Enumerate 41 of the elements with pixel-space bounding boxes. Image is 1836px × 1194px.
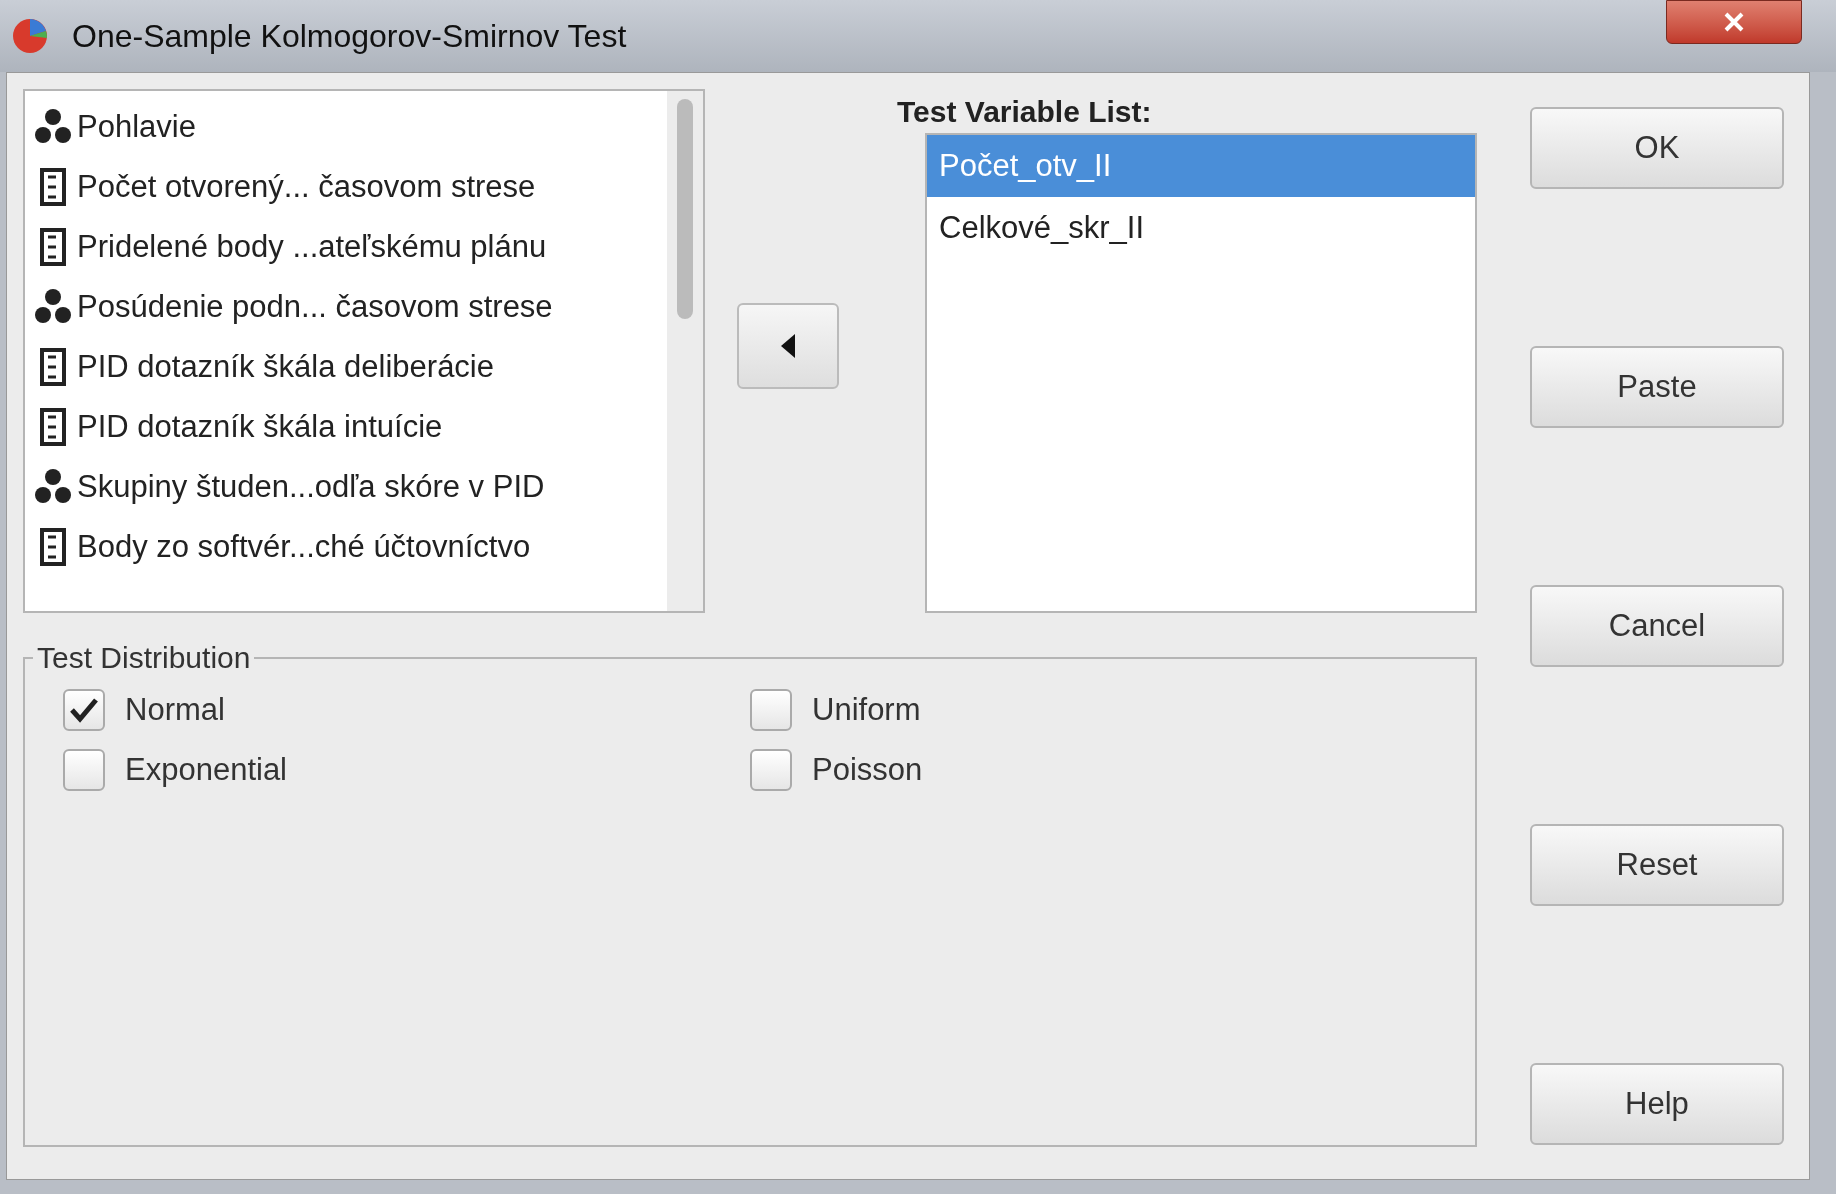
checkbox[interactable] xyxy=(63,689,105,731)
variable-list-item[interactable]: Skupiny študen...odľa skóre v PID xyxy=(33,457,667,517)
variable-list-item[interactable]: Posúdenie podn... časovom strese xyxy=(33,277,667,337)
scale-variable-icon xyxy=(39,527,67,567)
window-title: One-Sample Kolmogorov-Smirnov Test xyxy=(72,17,627,56)
variable-list-item[interactable]: Pohlavie xyxy=(33,97,667,157)
scale-variable-icon xyxy=(39,407,67,447)
scrollbar-thumb[interactable] xyxy=(677,99,693,319)
checkbox-label: Exponential xyxy=(125,750,287,789)
checkbox-label: Normal xyxy=(125,690,225,729)
variable-list-item[interactable]: PID dotazník škála intuície xyxy=(33,397,667,457)
test-variable-list-label: Test Variable List: xyxy=(897,94,1153,130)
variable-list-item[interactable]: Body zo softvér...ché účtovníctvo xyxy=(33,517,667,577)
distribution-checkbox[interactable]: Uniform xyxy=(750,680,1437,740)
checkbox[interactable] xyxy=(750,689,792,731)
dialog-button[interactable]: Paste xyxy=(1530,346,1784,428)
variable-list-item[interactable]: PID dotazník škála deliberácie xyxy=(33,337,667,397)
dialog-button[interactable]: OK xyxy=(1530,107,1784,189)
variable-list-item[interactable]: Pridelené body ...ateľskému plánu xyxy=(33,217,667,277)
group-title: Test Distribution xyxy=(36,640,252,676)
dialog-button[interactable]: Help xyxy=(1530,1063,1784,1145)
left-arrow-icon xyxy=(781,334,795,358)
distribution-checkbox[interactable]: Normal xyxy=(63,680,750,740)
app-icon xyxy=(10,16,50,56)
checkbox[interactable] xyxy=(750,749,792,791)
dialog-button[interactable]: Cancel xyxy=(1530,585,1784,667)
scale-variable-icon xyxy=(39,227,67,267)
variable-list-item[interactable]: Počet otvorený... časovom strese xyxy=(33,157,667,217)
close-icon xyxy=(1722,10,1746,34)
move-variable-button[interactable] xyxy=(737,303,839,389)
distribution-checkbox[interactable]: Exponential xyxy=(63,740,750,800)
scale-variable-icon xyxy=(39,347,67,387)
distribution-checkbox[interactable]: Poisson xyxy=(750,740,1437,800)
scale-variable-icon xyxy=(39,167,67,207)
dialog-button[interactable]: Reset xyxy=(1530,824,1784,906)
scrollbar[interactable] xyxy=(667,91,703,611)
checkbox[interactable] xyxy=(63,749,105,791)
checkbox-label: Poisson xyxy=(812,750,923,789)
check-icon xyxy=(69,697,99,723)
close-button[interactable] xyxy=(1666,0,1802,44)
checkbox-label: Uniform xyxy=(812,690,921,729)
